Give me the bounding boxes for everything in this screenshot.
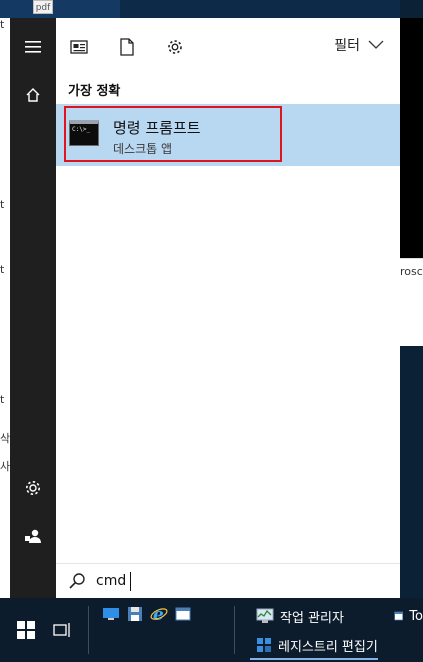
left-edge-text: 사 — [0, 460, 11, 473]
windows-logo-icon — [17, 621, 35, 639]
left-edge-text: t — [0, 198, 5, 211]
taskbar-app-label: 작업 관리자 — [280, 610, 344, 626]
window-icon — [175, 607, 191, 621]
window-icon — [394, 611, 403, 621]
result-app-name: 명령 프롬프트 — [113, 119, 201, 137]
user-icon — [25, 529, 41, 543]
documents-filter-button[interactable] — [116, 36, 138, 58]
desktop-icon — [103, 608, 119, 620]
settings-filter-button[interactable] — [164, 36, 186, 58]
background-window-text: rosc — [400, 265, 423, 278]
taskbar-app-registry-editor[interactable]: 레지스트리 편집기 — [250, 632, 378, 660]
search-icon — [69, 573, 85, 589]
apps-filter-button[interactable] — [68, 36, 90, 58]
background-window-light: rosc — [400, 258, 423, 346]
left-edge-text: t — [0, 393, 5, 406]
task-view-icon — [53, 623, 70, 637]
task-view-button[interactable] — [44, 614, 80, 646]
desktop-window-fragment — [0, 0, 120, 18]
hamburger-menu-button[interactable] — [10, 23, 56, 71]
taskbar-app-partial[interactable]: To — [388, 602, 423, 630]
start-menu: 필터 가장 정확 C:\>_ 명령 프롬프트 데스크톱 앱 — [10, 18, 400, 598]
news-icon — [70, 40, 88, 54]
left-edge-text: t — [0, 18, 5, 31]
svg-text:e: e — [153, 605, 164, 623]
quicklaunch-window[interactable] — [172, 603, 194, 625]
background-window-dark — [400, 18, 423, 258]
taskbar: e 작업 관리자 레지스트리 편집기 To — [0, 598, 423, 662]
internet-explorer-icon: e — [150, 605, 168, 623]
left-edge-text: 삭 — [0, 432, 11, 445]
result-app-type: 데스크톱 앱 — [113, 142, 173, 156]
search-results-panel: 필터 가장 정확 C:\>_ 명령 프롬프트 데스크톱 앱 — [56, 18, 400, 598]
registry-editor-icon — [257, 638, 271, 652]
gear-icon — [168, 40, 182, 54]
document-icon — [120, 38, 134, 56]
left-edge-text: t — [0, 263, 5, 276]
taskbar-app-label: 레지스트리 편집기 — [278, 639, 378, 655]
quicklaunch-desktop[interactable] — [100, 603, 122, 625]
filter-label: 필터 — [334, 38, 360, 54]
text-caret — [130, 572, 131, 591]
gear-icon — [26, 481, 40, 495]
quicklaunch-save[interactable] — [124, 603, 146, 625]
best-match-result[interactable]: C:\>_ 명령 프롬프트 데스크톱 앱 — [56, 104, 400, 166]
chevron-down-icon — [368, 40, 384, 49]
floppy-disk-icon — [128, 607, 142, 621]
settings-button[interactable] — [10, 464, 56, 512]
hamburger-icon — [25, 41, 41, 53]
taskbar-separator — [88, 606, 89, 654]
start-menu-rail — [10, 18, 56, 598]
background-window-left: t t t t 삭 사 — [0, 18, 10, 598]
search-box[interactable] — [56, 563, 400, 598]
best-match-heading: 가장 정확 — [68, 84, 121, 99]
taskbar-app-label: To — [409, 608, 423, 624]
start-button[interactable] — [8, 614, 44, 646]
search-input[interactable] — [96, 570, 296, 592]
pdf-file-icon[interactable]: pdf — [33, 0, 53, 14]
quicklaunch-internet-explorer[interactable]: e — [148, 603, 170, 625]
command-prompt-icon: C:\>_ — [69, 120, 99, 146]
desktop-top-strip: pdf — [0, 0, 423, 18]
home-icon — [26, 88, 40, 102]
filter-dropdown[interactable]: 필터 — [334, 35, 384, 55]
taskbar-app-task-manager[interactable]: 작업 관리자 — [250, 602, 344, 630]
home-button[interactable] — [10, 71, 56, 119]
taskbar-separator — [234, 606, 235, 654]
task-manager-icon — [256, 608, 274, 623]
search-toolbar: 필터 — [56, 18, 400, 74]
user-account-button[interactable] — [10, 512, 56, 560]
